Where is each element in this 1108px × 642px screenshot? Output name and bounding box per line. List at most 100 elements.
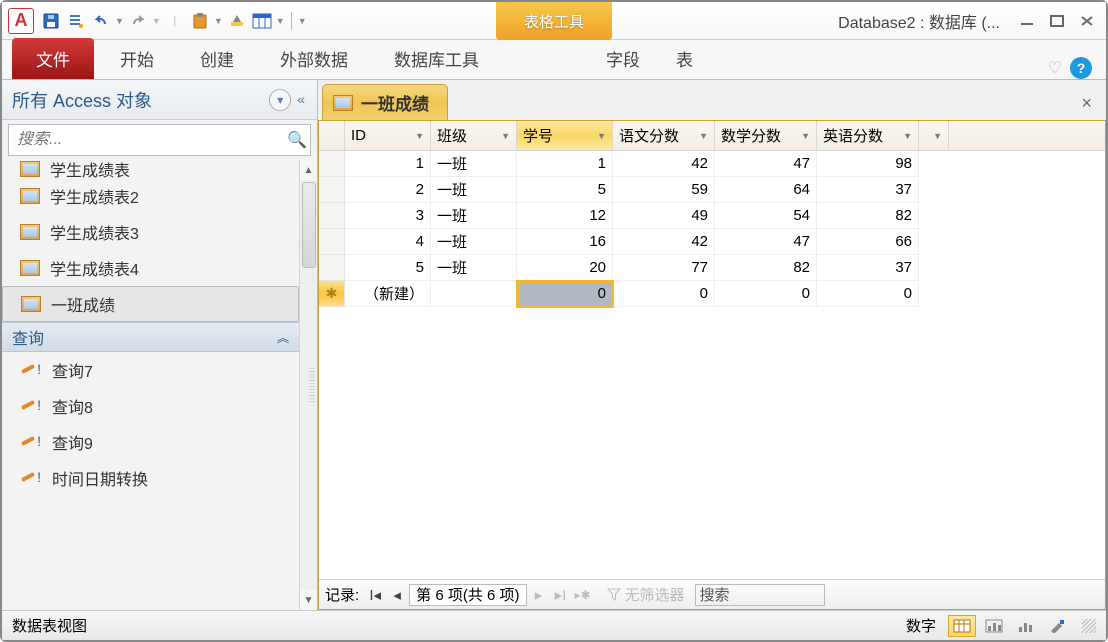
cell[interactable]: 12 <box>517 203 613 229</box>
cell[interactable]: 82 <box>817 203 919 229</box>
select-all-button[interactable] <box>319 121 345 150</box>
col-dropdown-icon[interactable]: ▼ <box>501 131 510 141</box>
paste-dropdown-icon[interactable]: ▼ <box>214 16 223 26</box>
scroll-up-icon[interactable]: ▲ <box>300 160 317 180</box>
cell[interactable]: 64 <box>715 177 817 203</box>
cell[interactable]: 47 <box>715 151 817 177</box>
nav-table-item[interactable]: 学生成绩表 <box>2 160 299 178</box>
close-button[interactable] <box>1074 11 1100 31</box>
cell[interactable]: 42 <box>613 151 715 177</box>
cell[interactable]: 20 <box>517 255 613 281</box>
col-head-id[interactable]: ID▼ <box>345 121 431 150</box>
cell[interactable]: 82 <box>715 255 817 281</box>
cell[interactable]: 一班 <box>431 203 517 229</box>
collapse-icon[interactable]: ︽ <box>277 329 289 346</box>
cell[interactable]: 47 <box>715 229 817 255</box>
col-dropdown-icon[interactable]: ▼ <box>933 131 942 141</box>
row-selector[interactable] <box>319 255 345 281</box>
cell[interactable]: 1 <box>345 151 431 177</box>
first-record-icon[interactable]: I◂ <box>365 585 385 605</box>
next-record-icon[interactable]: ▸ <box>529 585 549 605</box>
paste-icon[interactable] <box>189 10 211 32</box>
cell[interactable]: （新建） <box>345 281 431 307</box>
cell[interactable]: 59 <box>613 177 715 203</box>
nav-query-item[interactable]: 查询8 <box>2 388 299 424</box>
scroll-thumb[interactable] <box>302 182 316 268</box>
ribbon-minimize-icon[interactable]: ♡ <box>1048 58 1062 78</box>
cell[interactable]: 49 <box>613 203 715 229</box>
table-row[interactable]: 5一班20778237 <box>319 255 1105 281</box>
cell[interactable] <box>431 281 517 307</box>
cell[interactable]: 一班 <box>431 255 517 281</box>
table-row[interactable]: 4一班16424766 <box>319 229 1105 255</box>
cell[interactable]: 1 <box>517 151 613 177</box>
nav-table-item[interactable]: 一班成绩 <box>2 286 299 322</box>
datasheet-view-icon[interactable] <box>948 615 976 637</box>
nav-table-item[interactable]: 学生成绩表3 <box>2 214 299 250</box>
row-selector[interactable]: ✱ <box>319 281 345 307</box>
new-record-icon[interactable]: ▸✱ <box>573 585 593 605</box>
col-head-math[interactable]: 数学分数▼ <box>715 121 817 150</box>
nav-table-item[interactable]: 学生成绩表4 <box>2 250 299 286</box>
table-row[interactable]: 1一班1424798 <box>319 151 1105 177</box>
prev-record-icon[interactable]: ◂ <box>387 585 407 605</box>
cell[interactable]: 一班 <box>431 229 517 255</box>
cell[interactable]: 5 <box>517 177 613 203</box>
cell[interactable]: 3 <box>345 203 431 229</box>
nav-search[interactable]: 🔍 <box>8 124 311 156</box>
cell[interactable]: 77 <box>613 255 715 281</box>
ribbon-tab-external[interactable]: 外部数据 <box>260 38 368 79</box>
save-icon[interactable] <box>40 10 62 32</box>
last-record-icon[interactable]: ▸I <box>551 585 571 605</box>
nav-collapse-icon[interactable]: « <box>295 89 307 111</box>
cell[interactable]: 0 <box>817 281 919 307</box>
ribbon-tab-create[interactable]: 创建 <box>180 38 254 79</box>
cell[interactable]: 98 <box>817 151 919 177</box>
ribbon-tab-home[interactable]: 开始 <box>100 38 174 79</box>
cell[interactable]: 42 <box>613 229 715 255</box>
col-head-chinese[interactable]: 语文分数▼ <box>613 121 715 150</box>
col-dropdown-icon[interactable]: ▼ <box>597 131 606 141</box>
cell-selected[interactable]: 0 <box>517 281 613 307</box>
highlight-icon[interactable] <box>226 10 248 32</box>
nav-resize-handle[interactable] <box>309 368 315 402</box>
new-row[interactable]: ✱（新建）0000 <box>319 281 1105 307</box>
nav-dropdown-icon[interactable]: ▾ <box>269 89 291 111</box>
document-tab[interactable]: 一班成绩 <box>322 84 448 120</box>
nav-table-item[interactable]: 学生成绩表2 <box>2 178 299 214</box>
row-selector[interactable] <box>319 229 345 255</box>
nav-query-item[interactable]: 查询9 <box>2 424 299 460</box>
cell[interactable]: 66 <box>817 229 919 255</box>
view-icon[interactable] <box>251 10 273 32</box>
row-selector[interactable] <box>319 151 345 177</box>
table-row[interactable]: 2一班5596437 <box>319 177 1105 203</box>
ribbon-tab-table[interactable]: 表 <box>658 38 711 79</box>
row-selector[interactable] <box>319 203 345 229</box>
resize-grip-icon[interactable] <box>1082 619 1096 633</box>
cell[interactable]: 0 <box>613 281 715 307</box>
col-dropdown-icon[interactable]: ▼ <box>801 131 810 141</box>
scroll-down-icon[interactable]: ▼ <box>300 590 317 610</box>
help-icon[interactable]: ? <box>1070 57 1092 79</box>
ribbon-tab-file[interactable]: 文件 <box>12 38 94 79</box>
pivot-view-icon[interactable] <box>980 615 1008 637</box>
cell[interactable]: 一班 <box>431 177 517 203</box>
col-dropdown-icon[interactable]: ▼ <box>415 131 424 141</box>
close-tab-icon[interactable]: × <box>1077 87 1096 120</box>
cell[interactable]: 4 <box>345 229 431 255</box>
nav-query-item[interactable]: 查询7 <box>2 352 299 388</box>
nav-search-input[interactable] <box>9 131 284 149</box>
customize-icon[interactable] <box>65 10 87 32</box>
search-icon[interactable]: 🔍 <box>284 130 310 150</box>
table-row[interactable]: 3一班12495482 <box>319 203 1105 229</box>
col-add[interactable]: ▼ <box>919 121 949 150</box>
redo-icon[interactable] <box>127 10 149 32</box>
col-head-sid[interactable]: 学号▼ <box>517 121 613 150</box>
chart-view-icon[interactable] <box>1012 615 1040 637</box>
view-dropdown-icon[interactable]: ▼ <box>276 16 285 26</box>
cell[interactable]: 0 <box>715 281 817 307</box>
ribbon-tab-dbtools[interactable]: 数据库工具 <box>374 38 499 79</box>
record-search[interactable]: 搜索 <box>695 584 825 606</box>
qat-overflow-icon[interactable]: ▼ <box>298 16 307 26</box>
cell[interactable]: 16 <box>517 229 613 255</box>
